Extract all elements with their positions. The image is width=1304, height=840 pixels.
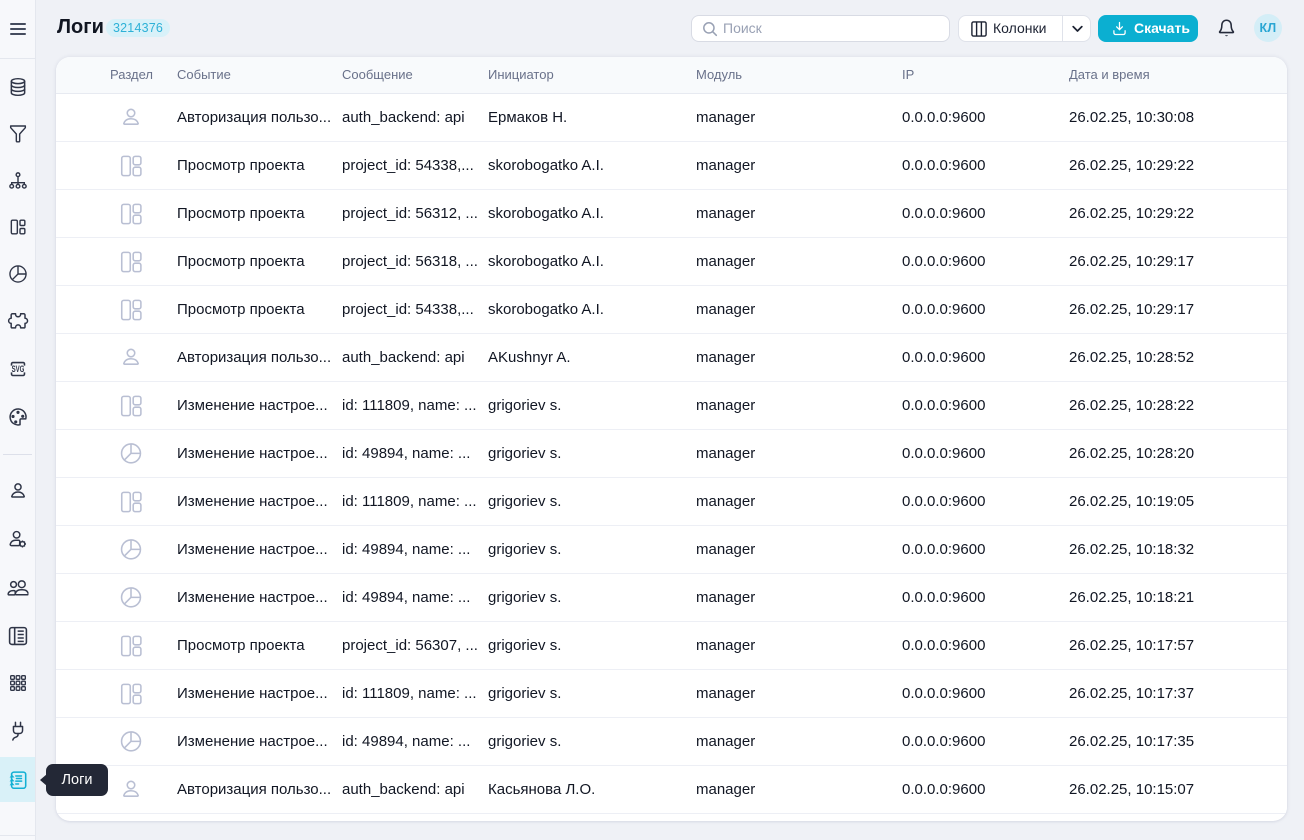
svg-text:SVG: SVG	[11, 364, 24, 374]
